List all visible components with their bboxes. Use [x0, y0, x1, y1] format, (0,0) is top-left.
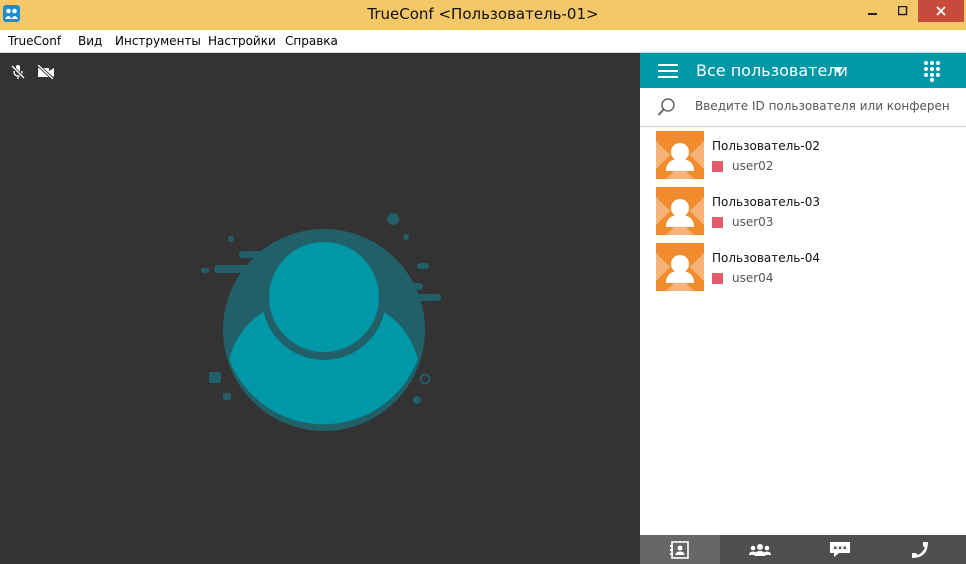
maximize-icon — [898, 6, 908, 16]
title-bar: TrueConf <Пользователь-01> — [0, 0, 966, 30]
address-book-icon — [670, 540, 689, 559]
chat-icon — [830, 541, 850, 557]
status-offline-icon — [712, 217, 723, 228]
search-input[interactable] — [695, 99, 950, 113]
status-offline-icon — [712, 161, 723, 172]
tab-chat[interactable] — [800, 535, 880, 564]
default-avatar-illustration — [201, 213, 441, 431]
search-icon — [657, 98, 675, 116]
close-button[interactable] — [918, 0, 964, 22]
close-icon — [936, 6, 946, 16]
menu-bar: TrueConf Вид Инструменты Настройки Справ… — [0, 30, 966, 53]
menu-settings[interactable]: Настройки — [208, 34, 276, 48]
tab-groups[interactable] — [720, 535, 800, 564]
chevron-down-icon[interactable] — [833, 67, 843, 73]
self-view-area — [0, 53, 640, 564]
menu-help[interactable]: Справка — [285, 34, 338, 48]
menu-trueconf[interactable]: TrueConf — [8, 34, 61, 48]
contact-name: Пользователь-02 — [712, 139, 820, 153]
contact-name: Пользователь-04 — [712, 251, 820, 265]
user-filter-dropdown[interactable]: Все пользователи — [696, 61, 848, 80]
contact-login: user03 — [732, 215, 774, 229]
user-avatar-icon — [656, 187, 704, 235]
tab-call[interactable] — [880, 535, 960, 564]
search-bar — [640, 88, 966, 127]
contacts-header: Все пользователи — [640, 53, 966, 88]
contact-name: Пользователь-03 — [712, 195, 820, 209]
contact-item[interactable]: Пользователь-04 user04 — [640, 243, 966, 299]
maximize-button[interactable] — [888, 0, 918, 22]
minimize-icon — [868, 13, 877, 15]
window-title: TrueConf <Пользователь-01> — [367, 5, 599, 23]
minimize-button[interactable] — [858, 0, 888, 22]
hamburger-menu-icon[interactable] — [658, 63, 678, 79]
menu-tools[interactable]: Инструменты — [115, 34, 201, 48]
contact-item[interactable]: Пользователь-02 user02 — [640, 131, 966, 187]
contact-item[interactable]: Пользователь-03 user03 — [640, 187, 966, 243]
contact-login: user04 — [732, 271, 774, 285]
contacts-panel: Все пользователи Пользователь-02 user02 — [640, 53, 966, 564]
group-icon — [749, 543, 771, 556]
menu-view[interactable]: Вид — [78, 34, 102, 48]
dialpad-icon[interactable] — [923, 60, 941, 82]
mic-muted-icon[interactable] — [10, 64, 26, 80]
bottom-tab-bar — [640, 535, 966, 564]
phone-icon — [912, 541, 928, 558]
user-avatar-icon — [656, 243, 704, 291]
camera-off-icon[interactable] — [37, 65, 55, 79]
status-offline-icon — [712, 273, 723, 284]
user-avatar-icon — [656, 131, 704, 179]
contact-login: user02 — [732, 159, 774, 173]
tab-address-book[interactable] — [640, 535, 720, 564]
